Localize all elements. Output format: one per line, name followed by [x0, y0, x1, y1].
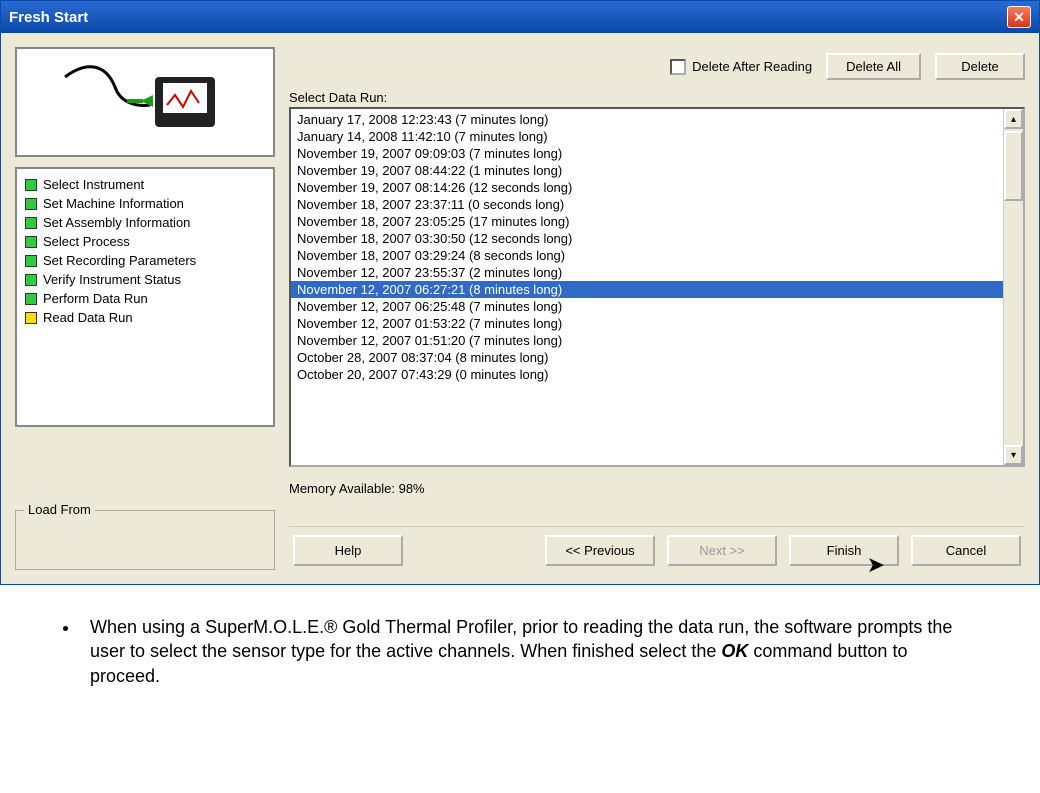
scroll-up-button[interactable]: ▴ — [1004, 109, 1023, 129]
step-item[interactable]: Set Machine Information — [21, 194, 269, 213]
close-icon: ✕ — [1013, 9, 1025, 26]
previous-button[interactable]: << Previous — [545, 535, 655, 566]
step-item[interactable]: Verify Instrument Status — [21, 270, 269, 289]
list-item[interactable]: November 18, 2007 03:30:50 (12 seconds l… — [291, 230, 1023, 247]
help-button[interactable]: Help — [293, 535, 403, 566]
list-item[interactable]: October 28, 2007 08:37:04 (8 minutes lon… — [291, 349, 1023, 366]
step-status-icon — [25, 312, 37, 324]
step-item[interactable]: Select Instrument — [21, 175, 269, 194]
step-item[interactable]: Set Recording Parameters — [21, 251, 269, 270]
delete-after-reading-checkbox[interactable] — [670, 59, 686, 75]
fresh-start-dialog: Fresh Start ✕ Select Instrument Set Machi… — [0, 0, 1040, 585]
bottom-button-bar: Help << Previous Next >> Finish Cancel ➤ — [289, 526, 1025, 570]
step-label: Select Process — [43, 234, 130, 249]
step-label: Select Instrument — [43, 177, 144, 192]
list-item[interactable]: November 19, 2007 08:44:22 (1 minutes lo… — [291, 162, 1023, 179]
list-item[interactable]: November 18, 2007 23:37:11 (0 seconds lo… — [291, 196, 1023, 213]
step-label: Read Data Run — [43, 310, 133, 325]
step-label: Perform Data Run — [43, 291, 148, 306]
step-list: Select Instrument Set Machine Information… — [15, 167, 275, 427]
list-item[interactable]: November 12, 2007 01:53:22 (7 minutes lo… — [291, 315, 1023, 332]
list-item[interactable]: November 12, 2007 23:55:37 (2 minutes lo… — [291, 264, 1023, 281]
list-item[interactable]: January 17, 2008 12:23:43 (7 minutes lon… — [291, 111, 1023, 128]
load-from-label: Load From — [24, 502, 95, 517]
window-title: Fresh Start — [9, 9, 88, 26]
delete-all-button[interactable]: Delete All — [826, 53, 921, 80]
list-item[interactable]: November 12, 2007 01:51:20 (7 minutes lo… — [291, 332, 1023, 349]
step-status-icon — [25, 217, 37, 229]
step-item[interactable]: Perform Data Run — [21, 289, 269, 308]
bullet-item: When using a SuperM.O.L.E.® Gold Thermal… — [80, 615, 980, 688]
delete-after-reading-wrap[interactable]: Delete After Reading — [670, 59, 812, 75]
finish-button[interactable]: Finish — [789, 535, 899, 566]
scroll-down-button[interactable]: ▾ — [1004, 445, 1023, 465]
list-item[interactable]: November 19, 2007 08:14:26 (12 seconds l… — [291, 179, 1023, 196]
bullet-text-bold: OK — [721, 641, 748, 661]
select-data-run-label: Select Data Run: — [289, 90, 1025, 105]
right-pane: Delete After Reading Delete All Delete S… — [289, 47, 1025, 570]
data-run-listbox[interactable]: January 17, 2008 12:23:43 (7 minutes lon… — [289, 107, 1025, 467]
top-controls: Delete After Reading Delete All Delete — [289, 47, 1025, 90]
delete-after-reading-label: Delete After Reading — [692, 59, 812, 74]
next-button: Next >> — [667, 535, 777, 566]
scrollbar[interactable]: ▴ ▾ — [1003, 109, 1023, 465]
load-from-group: Load From — [15, 510, 275, 570]
step-label: Verify Instrument Status — [43, 272, 181, 287]
instrument-image-box — [15, 47, 275, 157]
step-label: Set Assembly Information — [43, 215, 190, 230]
step-item[interactable]: Select Process — [21, 232, 269, 251]
dialog-body: Select Instrument Set Machine Information… — [1, 33, 1039, 584]
step-label: Set Machine Information — [43, 196, 184, 211]
step-status-icon — [25, 179, 37, 191]
list-item[interactable]: November 12, 2007 06:27:21 (8 minutes lo… — [291, 281, 1023, 298]
document-paragraph: When using a SuperM.O.L.E.® Gold Thermal… — [0, 585, 1040, 708]
left-pane: Select Instrument Set Machine Information… — [15, 47, 275, 570]
memory-available-label: Memory Available: 98% — [289, 467, 1025, 526]
list-item[interactable]: November 18, 2007 03:29:24 (8 seconds lo… — [291, 247, 1023, 264]
step-item[interactable]: Set Assembly Information — [21, 213, 269, 232]
step-status-icon — [25, 255, 37, 267]
close-button[interactable]: ✕ — [1007, 6, 1031, 28]
titlebar: Fresh Start ✕ — [1, 1, 1039, 33]
device-icon — [55, 57, 235, 147]
list-item[interactable]: January 14, 2008 11:42:10 (7 minutes lon… — [291, 128, 1023, 145]
step-status-icon — [25, 293, 37, 305]
scroll-thumb[interactable] — [1004, 131, 1023, 201]
step-status-icon — [25, 198, 37, 210]
step-status-icon — [25, 236, 37, 248]
list-item[interactable]: November 18, 2007 23:05:25 (17 minutes l… — [291, 213, 1023, 230]
step-label: Set Recording Parameters — [43, 253, 196, 268]
step-item[interactable]: Read Data Run — [21, 308, 269, 327]
list-item[interactable]: October 20, 2007 07:43:29 (0 minutes lon… — [291, 366, 1023, 383]
cancel-button[interactable]: Cancel — [911, 535, 1021, 566]
list-item[interactable]: November 12, 2007 06:25:48 (7 minutes lo… — [291, 298, 1023, 315]
list-item[interactable]: November 19, 2007 09:09:03 (7 minutes lo… — [291, 145, 1023, 162]
step-status-icon — [25, 274, 37, 286]
delete-button[interactable]: Delete — [935, 53, 1025, 80]
